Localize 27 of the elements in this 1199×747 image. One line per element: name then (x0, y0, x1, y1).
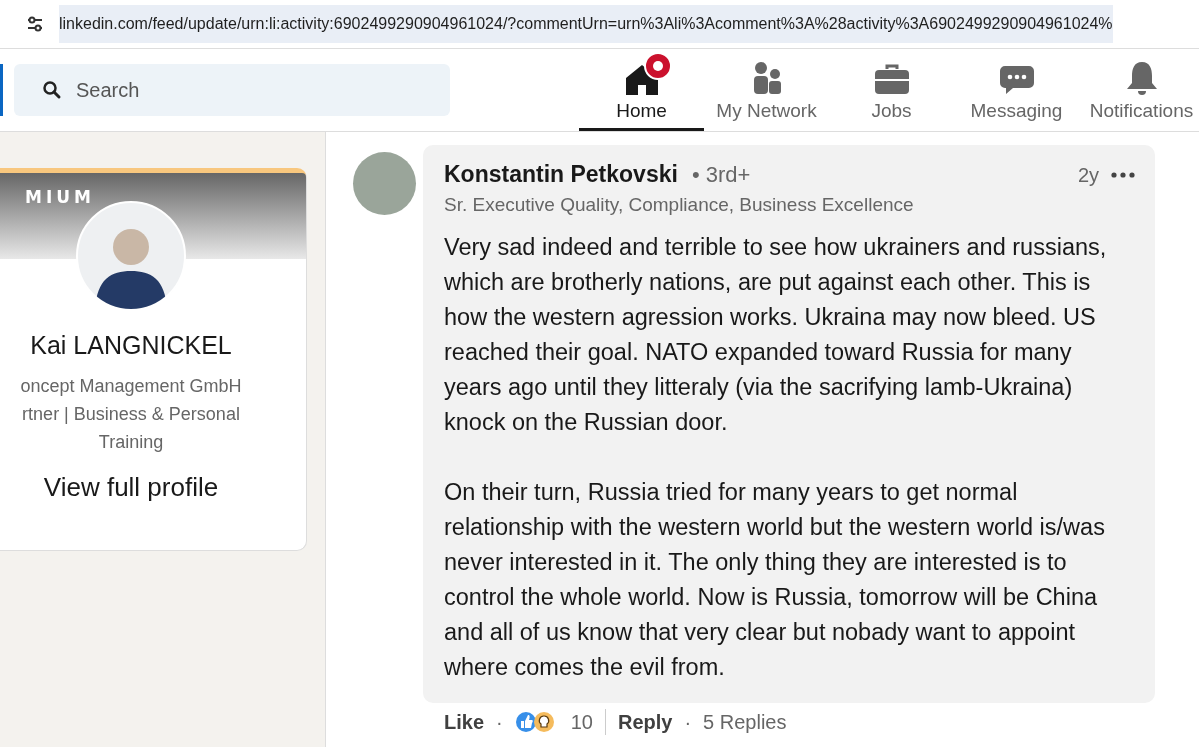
search-field[interactable]: Search (14, 64, 450, 116)
nav-tab[interactable]: Jobs (829, 49, 954, 131)
briefcase-icon (873, 62, 910, 96)
replies-link[interactable]: 5 Replies (703, 710, 787, 734)
more-options-icon[interactable] (1111, 172, 1135, 178)
premium-label: MIUM (25, 187, 95, 207)
profile-name[interactable]: Kai LANGNICKEL (30, 331, 232, 360)
comment-paragraph: Very sad indeed and terrible to see how ukrainers and russians, which are brotherly nations, are put against each other. This is how the western agression works. Ukraina may now bleed. US reached their goal. NATO expanded toward Russia for many years ago until they litteraly (via the sacrifying lamb-Ukraina) knock on the Russian door. (444, 233, 1108, 437)
chat-bubble-icon (998, 64, 1035, 96)
profile-headline: oncept Management GmbH rtner | Business & Personal Training (20, 375, 242, 454)
nav-tab[interactable]: Messaging (954, 49, 1079, 131)
url-text[interactable]: linkedin.com/feed/update/urn:li:activity:6902499290904961024/?commentUrn=urn%3Ali%3Acomment%3A%28activity%3A6902499290904961024% (59, 5, 1113, 43)
nav-tab[interactable]: My Network (704, 49, 829, 131)
connection-degree: • 3rd+ (691, 162, 751, 188)
nav-tab[interactable]: Notifications (1079, 49, 1199, 131)
reaction-count[interactable]: 10 (570, 710, 593, 734)
comment-age: 2y (1077, 163, 1099, 187)
separator-dot: · (684, 710, 692, 734)
like-button[interactable]: Like (444, 710, 485, 734)
author-headline: Sr. Executive Quality, Compliance, Business Excellence (444, 194, 914, 216)
house-icon (623, 62, 660, 96)
author-name[interactable]: Konstantin Petkovski (444, 161, 678, 188)
view-profile-link[interactable]: View full profile (43, 472, 219, 503)
comment-paragraph: On their turn, Russia tried for many years to get normal relationship with the western world but the western world is/was never interested in it. The only thing they are interested is to control the whole world. Now is Russia, tomorrow will be China and all of us know that very clear but nobady want to appoint where comes the evil from. (444, 478, 1106, 682)
site-settings-icon[interactable] (25, 14, 45, 34)
reply-button[interactable]: Reply (617, 710, 673, 734)
separator-dot: · (496, 710, 503, 734)
